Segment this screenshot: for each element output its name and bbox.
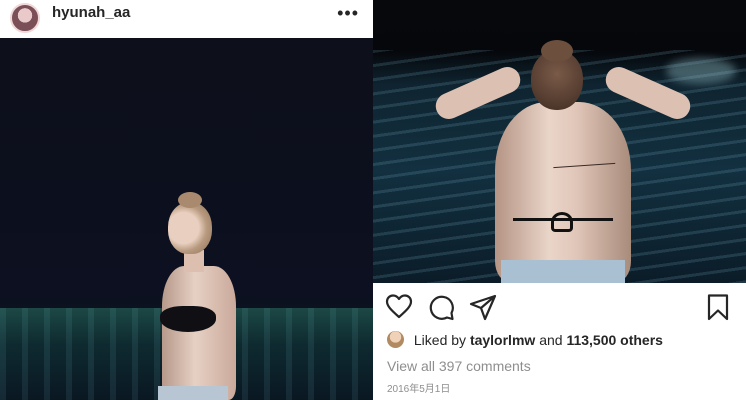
action-bar: [373, 283, 746, 331]
liker-avatar: [387, 331, 404, 348]
person-figure: [431, 40, 695, 283]
username-link[interactable]: hyunah_aa: [52, 4, 130, 21]
view-comments-link[interactable]: View all 397 comments: [387, 358, 531, 374]
post-photo-left[interactable]: [0, 38, 373, 400]
liker-username-link[interactable]: taylorlmw: [470, 332, 539, 348]
bookmark-icon[interactable]: [704, 293, 732, 321]
likes-count-link[interactable]: 113,500 others: [566, 332, 663, 348]
right-post: Liked by taylorlmw and 113,500 others Vi…: [373, 0, 746, 400]
profile-avatar[interactable]: [10, 3, 40, 33]
likes-conjunction: and: [539, 332, 567, 348]
share-icon[interactable]: [469, 293, 497, 321]
more-options-icon[interactable]: •••: [337, 3, 359, 24]
post-date: 2016年5月1日: [387, 384, 451, 395]
comment-icon[interactable]: [427, 293, 455, 321]
post-header: hyunah_aa •••: [0, 0, 373, 38]
person-figure: [150, 188, 250, 400]
likes-prefix: Liked by: [413, 332, 470, 348]
left-post: hyunah_aa •••: [0, 0, 373, 400]
likes-summary: Liked by taylorlmw and 113,500 others: [387, 331, 742, 353]
post-photo-right[interactable]: [373, 0, 746, 283]
heart-icon[interactable]: [385, 293, 413, 321]
